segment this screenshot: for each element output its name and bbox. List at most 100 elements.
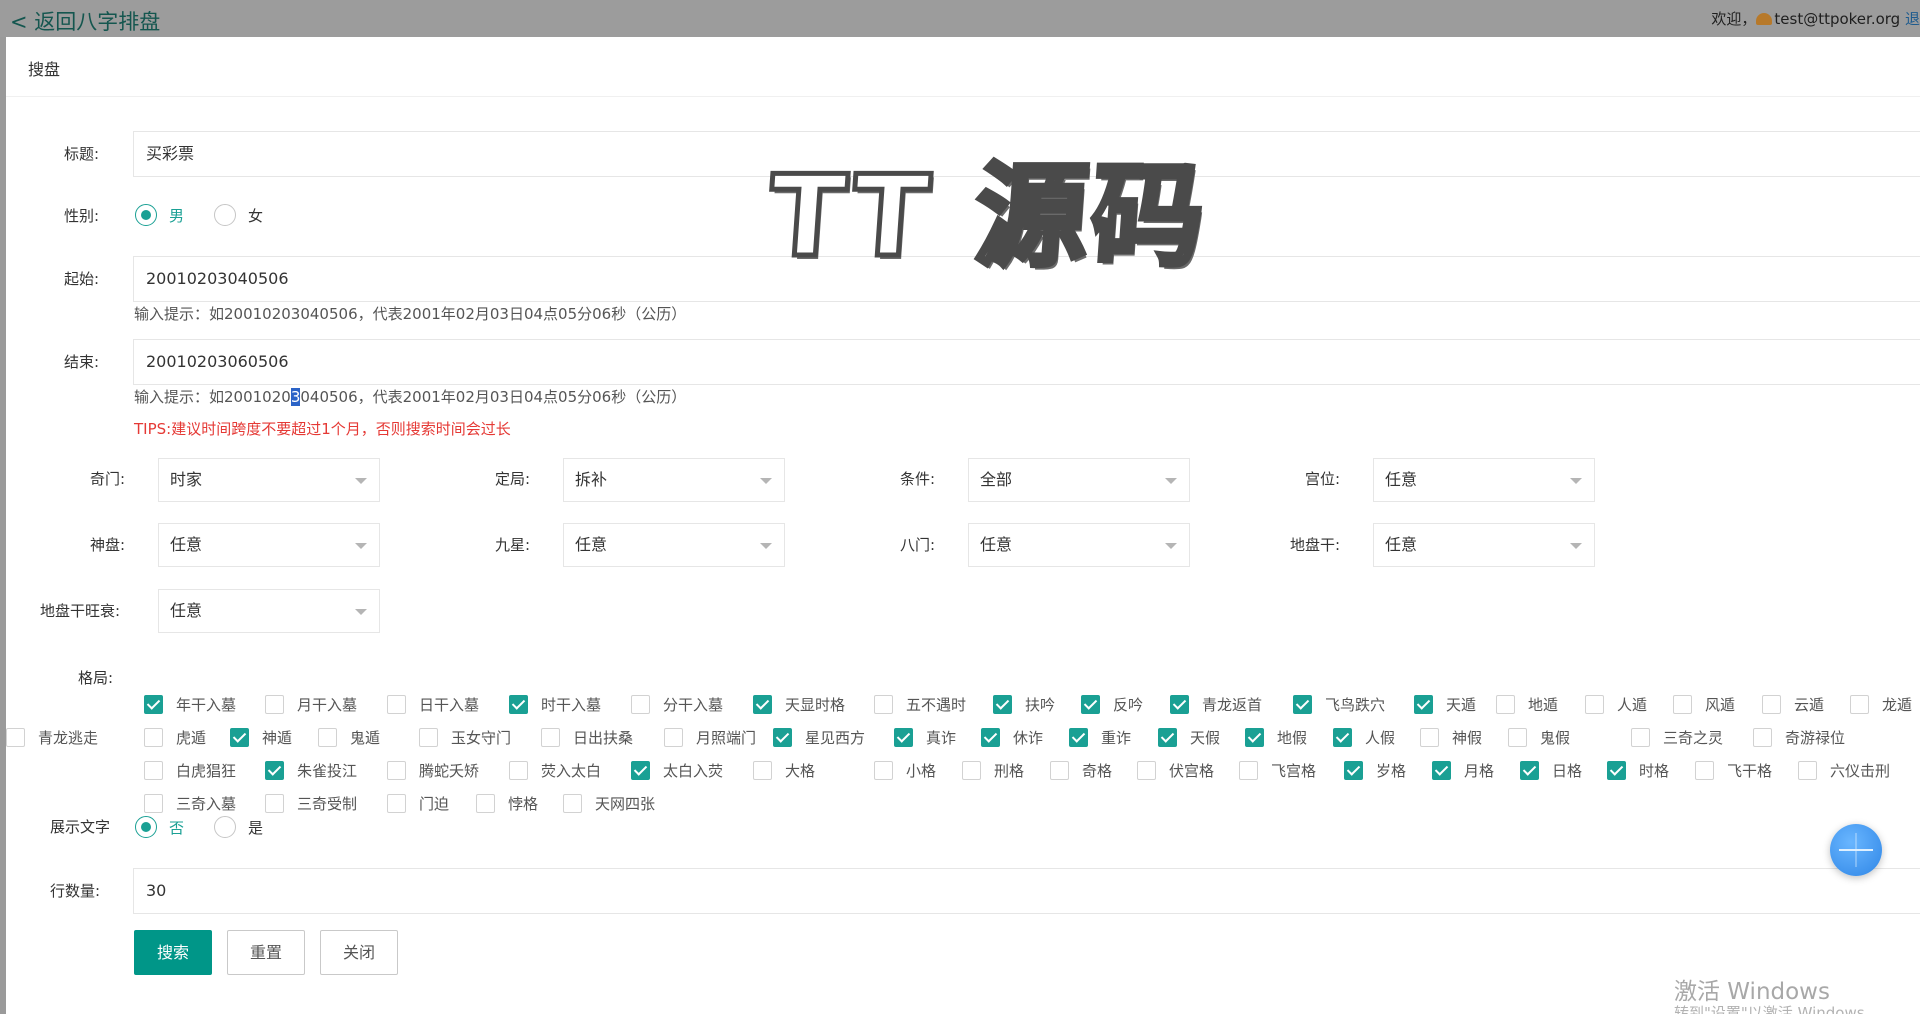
pattern-checkbox[interactable]: 月干入墓 [265, 694, 357, 715]
pattern-checkbox[interactable]: 三奇之灵 [1631, 727, 1723, 748]
pattern-checkbox[interactable]: 时干入墓 [509, 694, 601, 715]
dipangan-strength-select[interactable]: 任意 [158, 589, 380, 633]
pattern-checkbox[interactable]: 朱雀投江 [265, 760, 357, 781]
pattern-checkbox[interactable]: 星见西方 [773, 727, 865, 748]
gender-male-radio[interactable]: 男 [135, 204, 184, 226]
pattern-checkbox[interactable]: 悖格 [476, 793, 538, 814]
pattern-checkbox[interactable]: 天遁 [1414, 694, 1476, 715]
user-info: 欢迎， test@ttpoker.org 退 [1711, 8, 1920, 29]
pattern-checkbox[interactable]: 三奇入墓 [144, 793, 236, 814]
pattern-checkbox[interactable]: 青龙逃走 [6, 727, 98, 748]
palace-select[interactable]: 任意 [1373, 458, 1595, 502]
condition-select[interactable]: 全部 [968, 458, 1190, 502]
dingju-select[interactable]: 拆补 [563, 458, 785, 502]
pattern-checkbox[interactable]: 鬼遁 [318, 727, 380, 748]
qimen-select[interactable]: 时家 [158, 458, 380, 502]
show-text-no-radio[interactable]: 否 [135, 816, 184, 838]
pattern-checkbox[interactable]: 岁格 [1344, 760, 1406, 781]
pattern-checkbox[interactable]: 风遁 [1673, 694, 1735, 715]
pattern-checkbox[interactable]: 日出扶桑 [541, 727, 633, 748]
checkbox-checked-icon [894, 728, 913, 747]
pattern-checkbox[interactable]: 日格 [1520, 760, 1582, 781]
pattern-checkbox[interactable]: 奇游禄位 [1753, 727, 1845, 748]
pattern-checkbox[interactable]: 重诈 [1069, 727, 1131, 748]
pattern-checkbox[interactable]: 荧入太白 [509, 760, 601, 781]
pattern-checkbox[interactable]: 太白入荧 [631, 760, 723, 781]
user-email[interactable]: test@ttpoker.org [1774, 10, 1900, 28]
checkbox-empty-icon [1673, 695, 1692, 714]
pattern-checkbox[interactable]: 天假 [1158, 727, 1220, 748]
reset-button[interactable]: 重置 [227, 930, 305, 975]
welcome-text: 欢迎， [1711, 10, 1757, 28]
close-button[interactable]: 关闭 [320, 930, 398, 975]
gender-female-radio[interactable]: 女 [214, 204, 263, 226]
checkbox-empty-icon [1137, 761, 1156, 780]
tt-source-watermark: TT 源码 [762, 150, 1214, 285]
end-label: 结束: [64, 353, 100, 371]
pattern-checkbox[interactable]: 飞干格 [1695, 760, 1772, 781]
pattern-checkbox[interactable]: 飞鸟跌穴 [1293, 694, 1385, 715]
pattern-checkbox[interactable]: 日干入墓 [387, 694, 479, 715]
checkbox-checked-icon [993, 695, 1012, 714]
shenpan-value: 任意 [170, 535, 203, 554]
pattern-checkbox[interactable]: 反吟 [1081, 694, 1143, 715]
floating-assistant-icon[interactable] [1830, 824, 1882, 876]
checkbox-empty-icon [1753, 728, 1772, 747]
pattern-checkbox[interactable]: 地假 [1245, 727, 1307, 748]
pattern-checkbox[interactable]: 云遁 [1762, 694, 1824, 715]
pattern-checkbox-label: 荧入太白 [541, 762, 602, 780]
end-hint-part-a: 输入提示：如2001020 [134, 388, 291, 406]
pattern-checkbox[interactable]: 飞宫格 [1239, 760, 1316, 781]
pattern-checkbox[interactable]: 年干入墓 [144, 694, 236, 715]
pattern-checkbox[interactable]: 扶吟 [993, 694, 1055, 715]
checkbox-empty-icon [387, 761, 406, 780]
pattern-checkbox[interactable]: 鬼假 [1508, 727, 1570, 748]
shenpan-select[interactable]: 任意 [158, 523, 380, 567]
pattern-checkbox[interactable]: 玉女守门 [419, 727, 511, 748]
pattern-checkbox[interactable]: 青龙返首 [1170, 694, 1262, 715]
pattern-checkbox[interactable]: 虎遁 [144, 727, 206, 748]
pattern-checkbox[interactable]: 休诈 [981, 727, 1043, 748]
pattern-checkbox[interactable]: 大格 [753, 760, 815, 781]
pattern-checkbox[interactable]: 神遁 [230, 727, 292, 748]
pattern-checkbox[interactable]: 月照端门 [664, 727, 756, 748]
pattern-checkbox[interactable]: 时格 [1607, 760, 1669, 781]
end-input[interactable]: 20010203060506 [133, 339, 1920, 385]
pattern-checkbox[interactable]: 地遁 [1496, 694, 1558, 715]
pattern-checkbox[interactable]: 分干入墓 [631, 694, 723, 715]
gender-male-label: 男 [169, 206, 185, 225]
search-button[interactable]: 搜索 [134, 930, 212, 975]
pattern-checkbox[interactable]: 三奇受制 [265, 793, 357, 814]
pattern-checkbox[interactable]: 六仪击刑 [1798, 760, 1890, 781]
radio-dot [135, 204, 157, 226]
pattern-checkbox-label: 飞宫格 [1271, 762, 1317, 780]
pattern-checkbox[interactable]: 龙遁 [1850, 694, 1912, 715]
back-to-bazi-link[interactable]: < 返回八字排盘 [10, 6, 160, 36]
bamen-label: 八门: [900, 536, 936, 554]
pattern-checkbox[interactable]: 人假 [1333, 727, 1395, 748]
rows-input[interactable]: 30 [133, 868, 1920, 914]
pattern-checkbox[interactable]: 神假 [1420, 727, 1482, 748]
pattern-checkbox[interactable]: 奇格 [1050, 760, 1112, 781]
pattern-checkbox[interactable]: 腾蛇夭矫 [387, 760, 479, 781]
pattern-checkbox-label: 大格 [785, 762, 816, 780]
pattern-checkbox[interactable]: 小格 [874, 760, 936, 781]
dipangan-select[interactable]: 任意 [1373, 523, 1595, 567]
pattern-checkbox[interactable]: 刑格 [962, 760, 1024, 781]
jiuxing-select[interactable]: 任意 [563, 523, 785, 567]
pattern-checkbox[interactable]: 天显时格 [753, 694, 845, 715]
pattern-checkbox[interactable]: 真诈 [894, 727, 956, 748]
logout-link[interactable]: 退 [1905, 10, 1920, 28]
pattern-checkbox[interactable]: 伏宫格 [1137, 760, 1214, 781]
pattern-checkbox[interactable]: 月格 [1432, 760, 1494, 781]
show-text-yes-radio[interactable]: 是 [214, 816, 263, 838]
pattern-checkbox[interactable]: 门迫 [387, 793, 449, 814]
checkbox-empty-icon [1585, 695, 1604, 714]
bamen-select[interactable]: 任意 [968, 523, 1190, 567]
pattern-checkbox[interactable]: 白虎猖狂 [144, 760, 236, 781]
user-avatar-icon [1756, 13, 1773, 25]
pattern-checkbox[interactable]: 五不遇时 [874, 694, 966, 715]
pattern-checkbox[interactable]: 人遁 [1585, 694, 1647, 715]
pattern-checkbox[interactable]: 天网四张 [563, 793, 655, 814]
pattern-checkbox-label: 三奇受制 [297, 795, 358, 813]
